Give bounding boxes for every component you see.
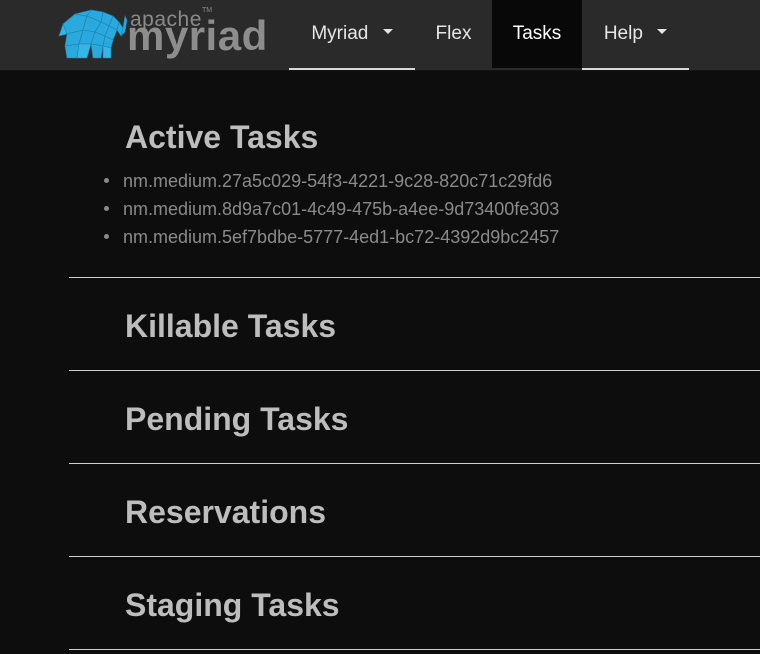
section-divider	[69, 556, 760, 557]
elephant-icon	[58, 9, 128, 59]
section-divider	[69, 649, 760, 650]
section-divider	[69, 370, 760, 371]
nav-flex[interactable]: Flex	[415, 0, 492, 68]
nav-myriad-underline	[289, 68, 415, 70]
nav-myriad-label: Myriad	[311, 23, 369, 44]
active-task-list: nm.medium.27a5c029-54f3-4221-9c28-820c71…	[104, 169, 559, 253]
task-list-item[interactable]: nm.medium.5ef7bdbe-5777-4ed1-bc72-4392d9…	[104, 225, 559, 253]
staging-tasks-heading: Staging Tasks	[125, 587, 340, 623]
nav-help-dropdown[interactable]: Help	[582, 0, 689, 68]
nav-help-label: Help	[603, 23, 643, 44]
section-divider	[69, 277, 760, 278]
bullet-icon	[104, 177, 109, 183]
task-list-item[interactable]: nm.medium.27a5c029-54f3-4221-9c28-820c71…	[104, 169, 559, 197]
brand-name: myriad	[127, 12, 268, 59]
nav-flex-label: Flex	[435, 23, 472, 44]
navbar: apache TM myriad Myriad Flex Tasks Help	[0, 0, 760, 71]
task-id: nm.medium.27a5c029-54f3-4221-9c28-820c71…	[123, 171, 553, 191]
reservations-heading: Reservations	[125, 494, 326, 530]
task-id: nm.medium.5ef7bdbe-5777-4ed1-bc72-4392d9…	[123, 227, 560, 247]
pending-tasks-heading: Pending Tasks	[125, 401, 349, 437]
nav-tasks-label: Tasks	[512, 23, 562, 44]
section-divider	[69, 463, 760, 464]
bullet-icon	[104, 233, 109, 239]
brand-logo[interactable]: apache TM myriad	[57, 6, 269, 62]
task-id: nm.medium.8d9a7c01-4c49-475b-a4ee-9d7340…	[123, 199, 560, 219]
bullet-icon	[104, 205, 109, 211]
nav-help-underline	[582, 68, 689, 70]
active-tasks-heading: Active Tasks	[125, 119, 319, 155]
task-list-item[interactable]: nm.medium.8d9a7c01-4c49-475b-a4ee-9d7340…	[104, 197, 559, 225]
nav-myriad-dropdown[interactable]: Myriad	[289, 0, 415, 68]
killable-tasks-heading: Killable Tasks	[125, 308, 337, 344]
nav-tasks[interactable]: Tasks	[492, 0, 582, 68]
